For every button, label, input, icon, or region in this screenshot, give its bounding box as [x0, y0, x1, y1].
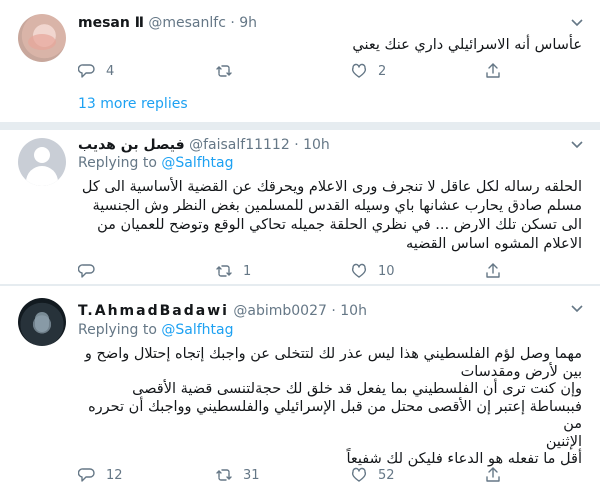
- retweet-count: 31: [243, 467, 260, 483]
- retweet-icon: [216, 65, 232, 77]
- avatar[interactable]: [18, 14, 66, 62]
- replying-to-label: Replying to: [78, 322, 157, 338]
- display-name[interactable]: mesan Ⅱ: [78, 15, 144, 31]
- heart-icon: [351, 467, 367, 482]
- like-button[interactable]: 2: [350, 62, 388, 80]
- separator-dot: ·: [294, 137, 299, 153]
- heart-icon: [351, 263, 367, 278]
- like-count: 2: [378, 63, 387, 79]
- thread-divider: [0, 122, 600, 130]
- chevron-down-icon[interactable]: [570, 304, 584, 314]
- share-button[interactable]: [484, 62, 512, 80]
- replying-to: Replying to @Salfhtag: [78, 154, 234, 172]
- reply-button[interactable]: 12: [78, 466, 123, 484]
- like-button[interactable]: 10: [350, 262, 395, 280]
- timestamp[interactable]: 10h: [340, 303, 367, 319]
- mention-link[interactable]: @Salfhtag: [161, 322, 233, 338]
- share-icon: [486, 263, 500, 278]
- replying-to: Replying to @Salfhtag: [78, 321, 234, 339]
- replying-to-label: Replying to: [78, 155, 157, 171]
- tweet-text-line: فببساطة إعتبر إن الأقصى محتل من قبل الإس…: [88, 398, 582, 433]
- retweet-button[interactable]: [215, 62, 253, 80]
- share-icon: [486, 467, 500, 482]
- tweet-actions: 4 2: [78, 62, 508, 82]
- thread-divider: [0, 284, 600, 286]
- like-count: 10: [378, 263, 395, 279]
- share-button[interactable]: [484, 466, 512, 484]
- tweet-text-line: مسلم صادق يحارب عشانها باي وسيله القدس ل…: [92, 198, 582, 214]
- avatar[interactable]: [18, 298, 66, 346]
- avatar[interactable]: [18, 138, 66, 186]
- retweet-button[interactable]: 1: [215, 262, 253, 280]
- tweet-actions: 12 31 52: [78, 466, 508, 486]
- user-handle[interactable]: @faisalf11112: [189, 137, 290, 153]
- tweet-header: فيصل بن هديب @faisalf11112 · 10h: [78, 136, 330, 154]
- tweet-text-line: وإن كنت ترى أن الفلسطيني بما يفعل قد خلق…: [132, 381, 582, 397]
- reply-button[interactable]: 4: [78, 62, 116, 80]
- reply-button[interactable]: [78, 262, 116, 280]
- tweet-text-line: الحلقه رساله لكل عاقل لا تنجرف ورى الاعل…: [81, 179, 582, 195]
- mention-link[interactable]: @Salfhtag: [161, 155, 233, 171]
- reply-icon: [78, 468, 95, 482]
- display-name[interactable]: T.AhmadBadawi: [78, 303, 229, 319]
- tweet-1[interactable]: mesan Ⅱ @mesanlfc · 9h عأساس أنه الاسرائ…: [0, 0, 600, 122]
- like-count: 52: [378, 467, 395, 483]
- tweet-text-line: الإثنين: [545, 433, 582, 450]
- user-handle[interactable]: @mesanlfc: [148, 15, 226, 31]
- user-handle[interactable]: @abimb0027: [233, 303, 327, 319]
- tweet-text-line: الى تسكن تلك الارض ... في نظري الحلقة جم…: [97, 217, 582, 233]
- retweet-icon: [216, 469, 232, 481]
- tweet-text: مهما وصل لؤم الفلسطيني هذا ليس عذر لك لت…: [72, 346, 582, 469]
- display-name[interactable]: فيصل بن هديب: [78, 137, 185, 153]
- tweet-text-line: مهما وصل لؤم الفلسطيني هذا ليس عذر لك لت…: [84, 346, 582, 362]
- tweet-text-line: عأساس أنه الاسرائيلي داري عنك يعني: [352, 37, 582, 53]
- separator-dot: ·: [331, 303, 336, 319]
- reply-icon: [78, 64, 95, 78]
- retweet-count: 1: [243, 263, 252, 279]
- share-icon: [486, 63, 500, 78]
- like-button[interactable]: 52: [350, 466, 395, 484]
- tweet-text-line: الاعلام المشوه اساس القضيه: [405, 236, 582, 252]
- timestamp[interactable]: 10h: [303, 137, 330, 153]
- share-button[interactable]: [484, 262, 512, 280]
- tweet-text-line: بين لأرض ومقدسات: [460, 363, 582, 380]
- retweet-button[interactable]: 31: [215, 466, 260, 484]
- retweet-icon: [216, 265, 232, 277]
- tweet-header: mesan Ⅱ @mesanlfc · 9h: [78, 14, 257, 32]
- tweet-header: T.AhmadBadawi @abimb0027 · 10h: [78, 302, 367, 320]
- timestamp[interactable]: 9h: [239, 15, 257, 31]
- chevron-down-icon[interactable]: [570, 140, 584, 150]
- reply-icon: [78, 264, 95, 278]
- show-more-replies-link[interactable]: 13 more replies: [78, 96, 188, 112]
- tweet-text: الحلقه رساله لكل عاقل لا تنجرف ورى الاعل…: [72, 178, 582, 254]
- heart-icon: [351, 63, 367, 78]
- tweet-3[interactable]: T.AhmadBadawi @abimb0027 · 10h Replying …: [0, 290, 600, 495]
- tweet-actions: 1 10: [78, 262, 508, 282]
- separator-dot: ·: [230, 15, 235, 31]
- reply-count: 4: [106, 63, 115, 79]
- tweet-2[interactable]: فيصل بن هديب @faisalf11112 · 10h Replyin…: [0, 130, 600, 282]
- tweet-text: عأساس أنه الاسرائيلي داري عنك يعني: [82, 36, 582, 55]
- chevron-down-icon[interactable]: [570, 18, 584, 28]
- reply-count: 12: [106, 467, 123, 483]
